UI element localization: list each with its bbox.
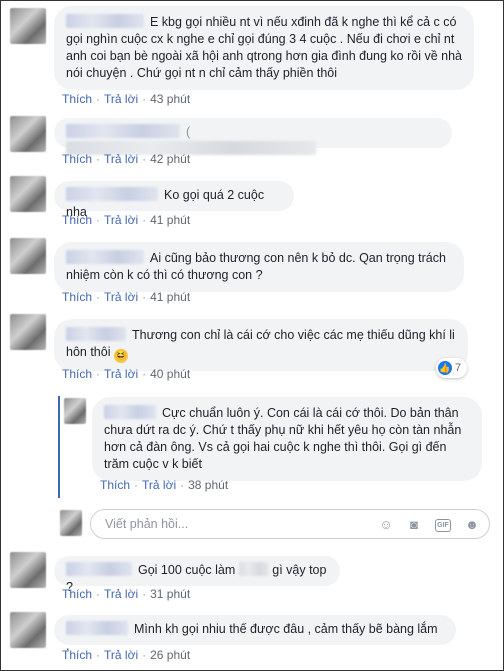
comment-bubble: Ai cũng bảo thương con nên k bỏ dc. Qan … xyxy=(54,242,464,292)
thumbs-up-icon: 👍 xyxy=(438,361,452,375)
like-link[interactable]: Thích xyxy=(62,367,92,381)
comment-text: Gọi 100 cuộc làm xyxy=(138,563,236,577)
avatar[interactable] xyxy=(10,612,46,648)
reaction-badge[interactable]: 👍 7 xyxy=(436,358,468,378)
reply-link[interactable]: Trả lời xyxy=(104,587,138,601)
comment-actions: Thích · Trả lời · 43 phút xyxy=(62,92,191,106)
sticker-icon[interactable]: ☻ xyxy=(463,516,481,534)
reply-bubble: Cực chuẩn luôn ý. Con cái là cái cớ thôi… xyxy=(92,397,482,481)
like-link[interactable]: Thích xyxy=(62,648,92,662)
timestamp: 41 phút xyxy=(150,290,191,304)
reply-actions: Thích · Trả lời · 38 phút xyxy=(100,478,229,492)
comment-bubble: Ko gọi quá 2 cuộc nha xyxy=(54,181,294,219)
reply-text: Cực chuẩn luôn ý. Con cái là cái cớ thôi… xyxy=(104,406,462,471)
blurred-author-name[interactable] xyxy=(66,327,126,341)
blurred-comment-text xyxy=(238,562,269,576)
reaction-count: 7 xyxy=(455,362,462,374)
timestamp: 43 phút xyxy=(150,92,191,106)
avatar[interactable] xyxy=(10,314,46,350)
timestamp: 26 phút xyxy=(150,648,191,662)
emoji-icon[interactable]: ☺ xyxy=(377,516,395,534)
laughing-emoji-icon: 😆 xyxy=(113,349,128,363)
avatar[interactable] xyxy=(10,8,46,44)
comment-bubble: E kbg gọi nhiều nt vì nếu xđinh đã k ngh… xyxy=(54,6,474,90)
reply-link[interactable]: Trả lời xyxy=(104,367,138,381)
timestamp: 41 phút xyxy=(150,213,191,227)
blurred-author-name[interactable] xyxy=(66,562,132,576)
comment-actions: Thích · Trả lời · 26 phút xyxy=(62,648,191,662)
avatar[interactable] xyxy=(64,398,86,424)
reply-input[interactable] xyxy=(103,516,357,532)
like-link[interactable]: Thích xyxy=(62,213,92,227)
blurred-author-name[interactable] xyxy=(66,14,144,28)
reply-link[interactable]: Trả lời xyxy=(104,152,138,166)
timestamp: 38 phút xyxy=(188,478,229,492)
like-link[interactable]: Thích xyxy=(62,92,92,106)
blurred-author-name[interactable] xyxy=(66,621,128,635)
blurred-author-name[interactable] xyxy=(66,250,144,264)
blurred-author-name[interactable] xyxy=(104,405,156,419)
like-link[interactable]: Thích xyxy=(62,152,92,166)
like-link[interactable]: Thích xyxy=(62,290,92,304)
comment-bubble: Mình kh gọi nhiu thế được đâu , cảm thấy… xyxy=(54,615,456,653)
reply-link[interactable]: Trả lời xyxy=(104,213,138,227)
avatar[interactable] xyxy=(10,238,46,274)
reply-link[interactable]: Trả lời xyxy=(104,648,138,662)
reply-link[interactable]: Trả lời xyxy=(104,92,138,106)
reply-input-box[interactable]: ☺ ◙ GIF ☻ xyxy=(90,509,490,539)
reply-thread-line xyxy=(58,396,60,498)
comment-actions: Thích · Trả lời · 40 phút xyxy=(62,367,191,381)
comment-bubble: Gọi 100 cuộc làm gì vậy top ? xyxy=(54,556,340,594)
avatar[interactable] xyxy=(10,176,46,212)
comment-actions: Thích · Trả lời · 31 phút xyxy=(62,587,191,601)
avatar[interactable] xyxy=(10,116,46,152)
like-link[interactable]: Thích xyxy=(100,478,130,492)
camera-icon[interactable]: ◙ xyxy=(405,516,423,534)
current-user-avatar xyxy=(60,510,82,536)
timestamp: 31 phút xyxy=(150,587,191,601)
reply-link[interactable]: Trả lời xyxy=(104,290,138,304)
comment-bubble: Thương con chỉ là cái cớ cho việc các mẹ… xyxy=(54,319,468,371)
comment-actions: Thích · Trả lời · 42 phút xyxy=(62,152,191,166)
comment-actions: Thích · Trả lời · 41 phút xyxy=(62,290,191,304)
reply-link[interactable]: Trả lời xyxy=(142,478,176,492)
comment-bubble: ( xyxy=(54,118,452,155)
blurred-author-name[interactable] xyxy=(66,187,158,201)
blurred-author-name[interactable] xyxy=(66,124,180,138)
avatar[interactable] xyxy=(10,552,46,588)
comment-actions: Thích · Trả lời · 41 phút xyxy=(62,213,191,227)
timestamp: 42 phút xyxy=(150,152,191,166)
gif-icon[interactable]: GIF xyxy=(435,519,451,532)
like-link[interactable]: Thích xyxy=(62,587,92,601)
timestamp: 40 phút xyxy=(150,367,191,381)
